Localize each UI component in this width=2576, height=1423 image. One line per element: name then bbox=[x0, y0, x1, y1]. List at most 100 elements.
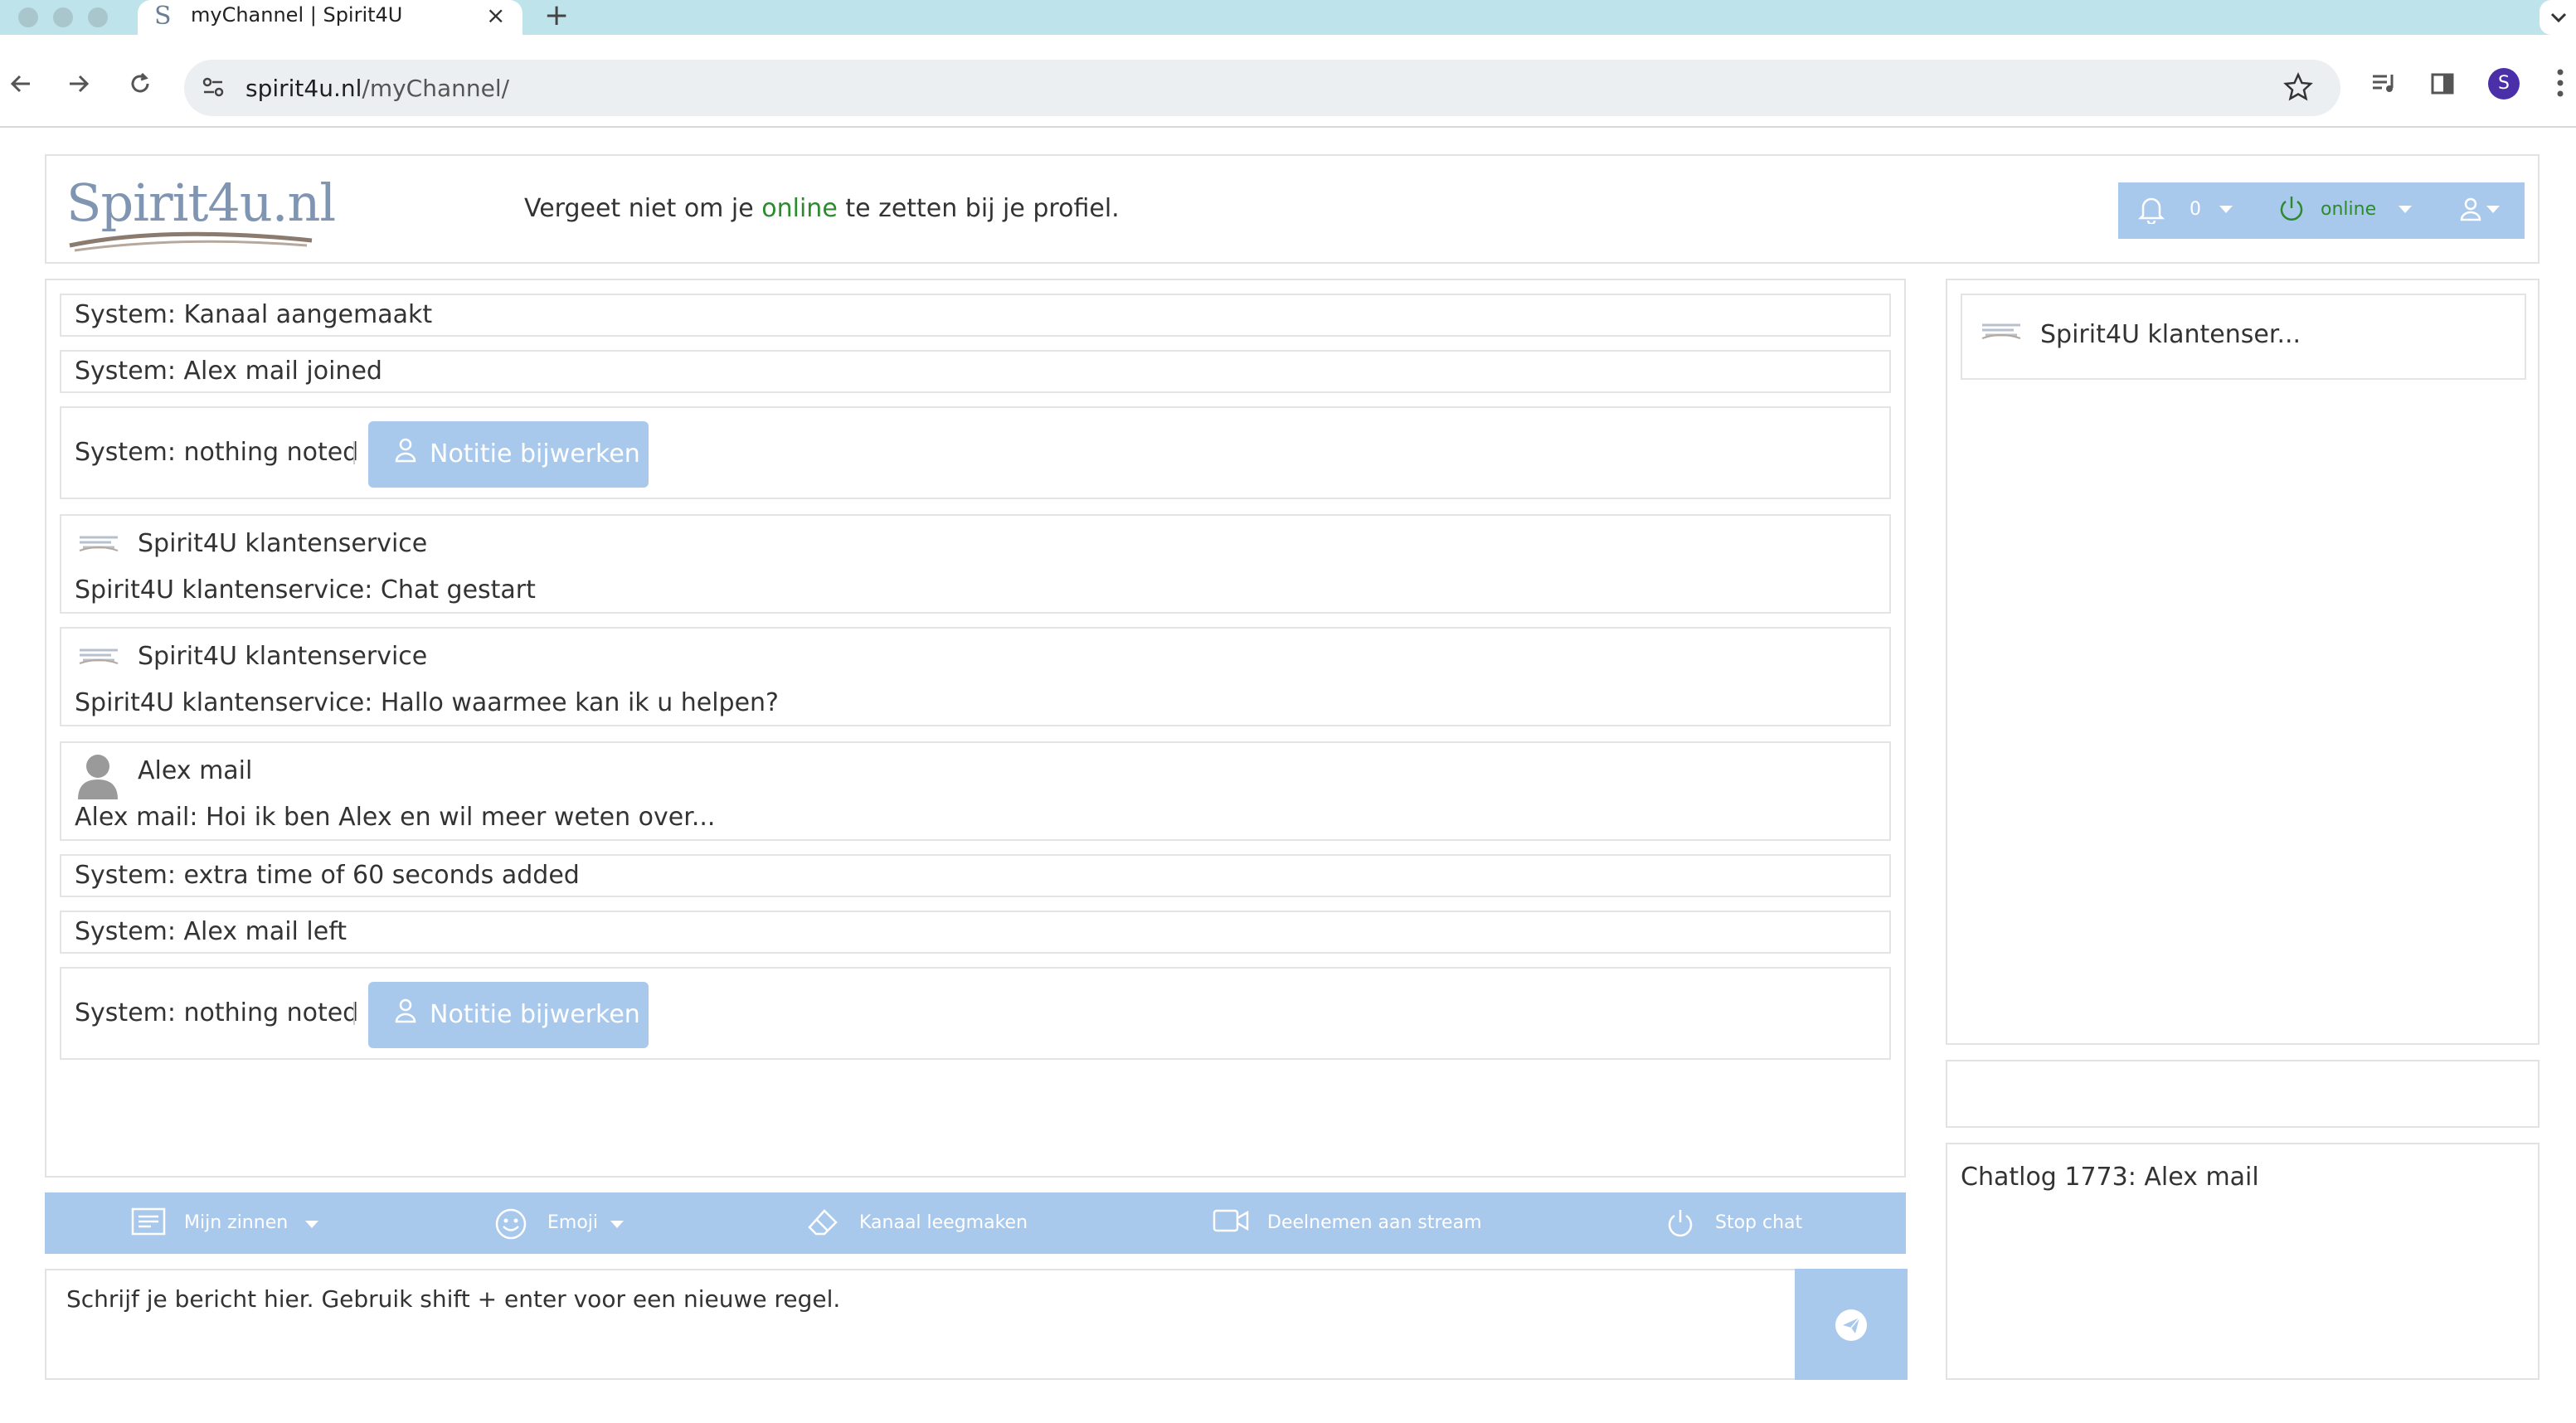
chat-message-system: System: Alex mail joined bbox=[60, 350, 1891, 393]
send-icon bbox=[1835, 1309, 1867, 1341]
user-icon bbox=[395, 998, 416, 1023]
contacts-panel: Spirit4U klantenser... bbox=[1946, 279, 2540, 1045]
emoji-label: Emoji bbox=[547, 1212, 599, 1233]
video-camera-icon bbox=[1213, 1209, 1249, 1232]
tab-close-icon[interactable]: × bbox=[486, 2, 505, 29]
bell-icon bbox=[2138, 197, 2165, 224]
stop-chat-label: Stop chat bbox=[1715, 1212, 1803, 1233]
update-note-button[interactable]: Notitie bijwerken bbox=[368, 982, 649, 1048]
join-stream-button[interactable]: Deelnemen aan stream bbox=[1213, 1192, 1511, 1254]
reminder-online-word: online bbox=[761, 194, 838, 223]
message-input[interactable] bbox=[46, 1270, 1791, 1378]
clear-channel-button[interactable]: Kanaal leegmaken bbox=[806, 1192, 1038, 1254]
window-close-control[interactable] bbox=[18, 7, 38, 27]
tab-search-button[interactable] bbox=[2540, 0, 2576, 35]
chevron-down-icon bbox=[2550, 12, 2567, 23]
message-text: System: Kanaal aangemaakt bbox=[75, 300, 433, 329]
message-text: System: Alex mail joined bbox=[75, 357, 382, 386]
chat-message-user: Spirit4U klantenservice Spirit4U klanten… bbox=[60, 514, 1891, 614]
chevron-down-icon bbox=[2219, 206, 2233, 213]
user-icon bbox=[2460, 197, 2481, 221]
chat-message-system: System: Alex mail left bbox=[60, 911, 1891, 954]
header-reminder: Vergeet niet om je online te zetten bij … bbox=[524, 194, 1120, 223]
power-icon bbox=[1668, 1210, 1693, 1237]
divider bbox=[353, 1002, 355, 1025]
spirit4u-logo-icon bbox=[79, 648, 119, 664]
spirit4u-logo-icon bbox=[1981, 323, 2021, 339]
url-host: spirit4u.nl bbox=[245, 75, 362, 102]
message-sender: Alex mail bbox=[138, 756, 253, 785]
window-zoom-control[interactable] bbox=[88, 7, 108, 27]
spirit4u-logo-icon bbox=[79, 536, 119, 551]
reload-icon[interactable] bbox=[128, 71, 153, 96]
chevron-down-icon bbox=[305, 1221, 318, 1228]
browser-toolbar: spirit4u.nl/myChannel/ S bbox=[0, 35, 2576, 128]
address-bar[interactable]: spirit4u.nl/myChannel/ bbox=[184, 60, 2340, 116]
notification-count: 0 bbox=[2190, 199, 2201, 220]
back-arrow-icon[interactable] bbox=[8, 71, 33, 96]
my-phrases-dropdown[interactable]: Mijn zinnen bbox=[131, 1192, 330, 1254]
chat-message-user: Alex mail Alex mail: Hoi ik ben Alex en … bbox=[60, 741, 1891, 841]
chatlog-title: Chatlog 1773: Alex mail bbox=[1961, 1163, 2259, 1192]
message-text: Spirit4U klantenservice: Hallo waarmee k… bbox=[75, 688, 779, 717]
url-text[interactable]: spirit4u.nl/myChannel/ bbox=[245, 75, 509, 102]
message-sender: Spirit4U klantenservice bbox=[138, 642, 428, 671]
more-menu-icon[interactable] bbox=[2556, 68, 2564, 98]
browser-tab-strip: S myChannel | Spirit4U × + bbox=[0, 0, 2576, 35]
message-text: Alex mail: Hoi ik ben Alex en wil meer w… bbox=[75, 803, 716, 832]
update-note-label: Notitie bijwerken bbox=[430, 440, 640, 469]
chat-messages-panel[interactable]: System: Kanaal aangemaakt System: Alex m… bbox=[45, 279, 1906, 1178]
update-note-label: Notitie bijwerken bbox=[430, 1000, 640, 1029]
power-icon bbox=[2280, 197, 2303, 221]
contact-item[interactable]: Spirit4U klantenser... bbox=[1961, 294, 2526, 380]
message-text: System: extra time of 60 seconds added bbox=[75, 861, 580, 890]
message-text: Spirit4U klantenservice: Chat gestart bbox=[75, 576, 536, 605]
header-status-bar: 0 online bbox=[2118, 182, 2525, 239]
browser-tab-active[interactable]: S myChannel | Spirit4U × bbox=[138, 0, 522, 35]
emoji-dropdown[interactable]: Emoji bbox=[494, 1192, 677, 1254]
chat-message-user: Spirit4U klantenservice Spirit4U klanten… bbox=[60, 627, 1891, 726]
chevron-down-icon bbox=[2486, 206, 2500, 213]
chatlog-panel: Chatlog 1773: Alex mail bbox=[1946, 1143, 2540, 1380]
divider bbox=[353, 441, 355, 464]
message-composer bbox=[45, 1269, 1908, 1380]
chat-message-note: System: nothing noted Notitie bijwerken bbox=[60, 406, 1891, 499]
message-sender: Spirit4U klantenservice bbox=[138, 529, 428, 558]
chevron-down-icon bbox=[610, 1221, 624, 1228]
send-button[interactable] bbox=[1795, 1269, 1908, 1380]
reading-list-icon[interactable] bbox=[2370, 71, 2399, 96]
user-icon bbox=[395, 438, 416, 463]
chat-message-note: System: nothing noted Notitie bijwerken bbox=[60, 967, 1891, 1060]
clear-channel-label: Kanaal leegmaken bbox=[859, 1212, 1028, 1233]
eraser-icon bbox=[808, 1209, 838, 1236]
side-panel-icon[interactable] bbox=[2430, 71, 2455, 96]
chat-action-bar: Mijn zinnen Emoji Kanaal leegmaken Deeln… bbox=[45, 1192, 1906, 1254]
new-tab-icon[interactable]: + bbox=[544, 0, 569, 32]
status-label: online bbox=[2321, 199, 2377, 220]
message-text: System: Alex mail left bbox=[75, 917, 347, 946]
bookmark-star-icon[interactable] bbox=[2282, 71, 2314, 103]
join-stream-label: Deelnemen aan stream bbox=[1267, 1212, 1482, 1233]
default-avatar-icon bbox=[78, 755, 118, 799]
site-settings-icon[interactable] bbox=[201, 75, 226, 100]
tab-favicon-icon: S bbox=[154, 2, 172, 31]
reminder-text-start: Vergeet niet om je bbox=[524, 194, 762, 223]
my-phrases-label: Mijn zinnen bbox=[184, 1212, 289, 1233]
message-text: System: nothing noted bbox=[75, 998, 359, 1027]
contact-name: Spirit4U klantenser... bbox=[2040, 320, 2301, 349]
info-panel bbox=[1946, 1060, 2540, 1128]
chat-message-system: System: Kanaal aangemaakt bbox=[60, 294, 1891, 337]
tab-title: myChannel | Spirit4U bbox=[191, 3, 403, 27]
url-path: /myChannel/ bbox=[362, 75, 510, 102]
forward-arrow-icon[interactable] bbox=[66, 71, 91, 96]
update-note-button[interactable]: Notitie bijwerken bbox=[368, 421, 649, 488]
reminder-text-end: te zetten bij je profiel. bbox=[837, 194, 1120, 223]
chat-message-system: System: extra time of 60 seconds added bbox=[60, 854, 1891, 897]
list-icon bbox=[131, 1207, 166, 1236]
logo-swoosh-icon bbox=[69, 231, 313, 252]
site-logo[interactable]: Spirit4u.nl bbox=[66, 172, 336, 252]
stop-chat-button[interactable]: Stop chat bbox=[1665, 1192, 1848, 1254]
window-minimize-control[interactable] bbox=[53, 7, 73, 27]
profile-avatar[interactable]: S bbox=[2488, 68, 2520, 100]
message-text: System: nothing noted bbox=[75, 438, 359, 467]
